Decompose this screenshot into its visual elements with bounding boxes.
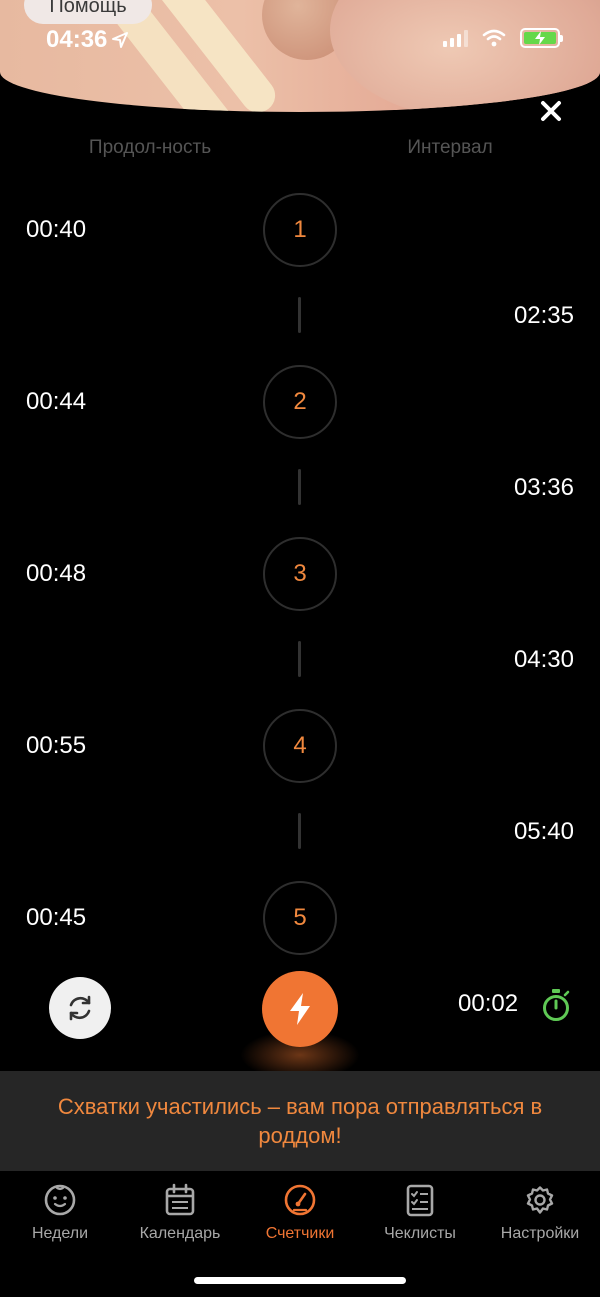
contraction-interval: 03:36: [513, 474, 574, 501]
stopwatch-icon: [543, 989, 570, 1021]
tab-label: Настройки: [500, 1225, 580, 1242]
help-button[interactable]: Помощь: [24, 0, 152, 24]
battery-charging-icon: [520, 28, 563, 48]
tab-calendar[interactable]: Календарь: [120, 1183, 240, 1243]
tab-label: Счетчики: [265, 1225, 335, 1242]
start-contraction-button[interactable]: [262, 971, 338, 1047]
timeline-connector: [298, 813, 301, 849]
tab-counters[interactable]: Счетчики: [240, 1183, 360, 1243]
contraction-duration: 00:44: [26, 388, 87, 415]
contraction-interval: 02:35: [513, 302, 574, 329]
timeline-connector: [298, 469, 301, 505]
tab-settings[interactable]: Настройки: [480, 1183, 600, 1243]
status-time-text: 04:36: [46, 26, 108, 53]
status-bar-indicators: [443, 28, 563, 48]
contraction-interval: 05:40: [513, 818, 574, 845]
contraction-duration: 00:48: [26, 560, 87, 587]
contraction-number-badge: 4: [263, 709, 337, 783]
baby-face-icon: [44, 1184, 76, 1216]
gear-icon: [526, 1186, 554, 1214]
lightning-icon: [290, 993, 310, 1025]
location-arrow-icon: [112, 32, 129, 48]
refresh-icon: [69, 995, 91, 1021]
timeline-connector: [298, 297, 301, 333]
contraction-counter-screen: Помощь 04:36 Продол-ность Интервал 00:40: [0, 0, 600, 1297]
interval-column-header: Интервал: [407, 137, 493, 158]
contraction-duration: 00:40: [26, 216, 87, 243]
contraction-number-badge: 2: [263, 365, 337, 439]
alert-message: Схватки участились – вам пора отправлять…: [57, 1094, 543, 1148]
duration-column-header: Продол-ность: [88, 137, 212, 158]
timeline-connector: [298, 641, 301, 677]
contraction-interval: 04:30: [513, 646, 574, 673]
contraction-duration: 00:45: [26, 904, 87, 931]
current-timer: 00:02: [458, 990, 519, 1017]
calendar-icon: [165, 1183, 195, 1216]
contraction-number-badge: 5: [263, 881, 337, 955]
tab-label: Недели: [31, 1225, 89, 1242]
contraction-number-badge: 1: [263, 193, 337, 267]
gauge-icon: [284, 1184, 316, 1216]
reset-button[interactable]: [49, 977, 111, 1039]
alert-banner: Схватки участились – вам пора отправлять…: [0, 1071, 600, 1171]
status-bar-time: 04:36: [46, 26, 129, 54]
contraction-duration: 00:55: [26, 732, 87, 759]
contraction-number-badge: 3: [263, 537, 337, 611]
tab-label: Календарь: [139, 1225, 221, 1242]
tab-checklists[interactable]: Чеклисты: [360, 1183, 480, 1243]
tab-label: Чеклисты: [384, 1225, 456, 1242]
checklist-icon: [406, 1184, 434, 1217]
cellular-signal-icon: [443, 29, 468, 47]
home-indicator[interactable]: [194, 1277, 406, 1284]
close-icon[interactable]: [536, 96, 566, 126]
tab-weeks[interactable]: Недели: [0, 1183, 120, 1243]
wifi-icon: [482, 29, 506, 47]
